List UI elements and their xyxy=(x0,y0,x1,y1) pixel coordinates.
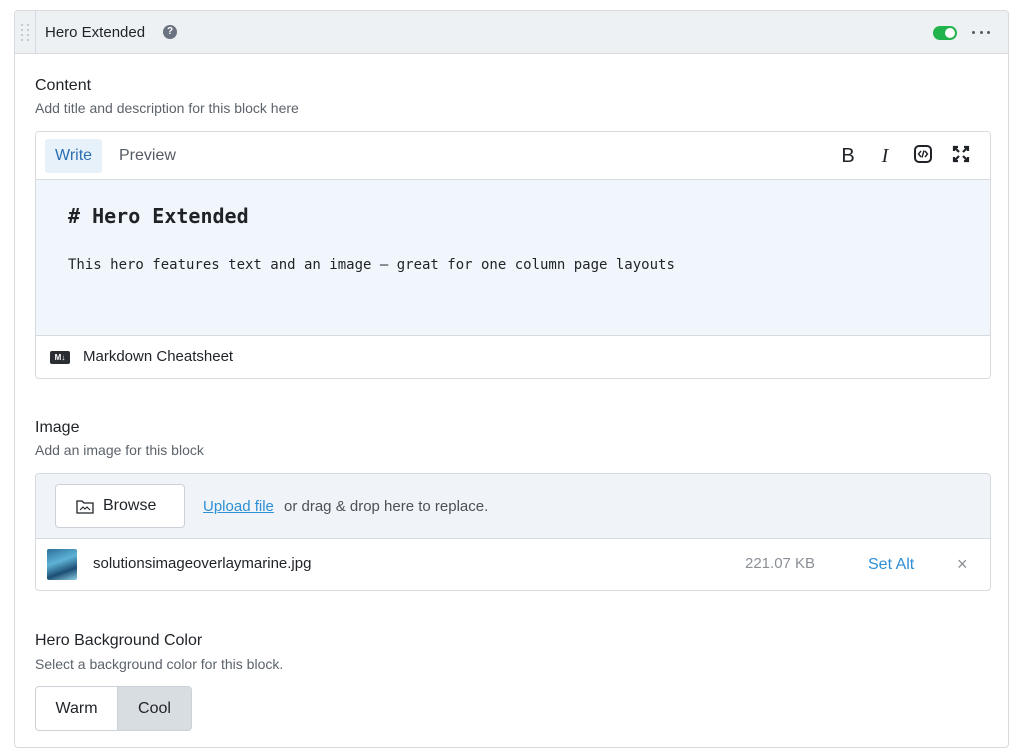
italic-button[interactable]: I xyxy=(874,145,896,167)
background-section-title: Hero Background Color xyxy=(35,632,203,649)
question-circle-icon[interactable]: ? xyxy=(163,25,177,39)
editor-footer: M↓ Markdown Cheatsheet xyxy=(36,336,990,378)
tab-write[interactable]: Write xyxy=(45,139,103,173)
code-icon[interactable] xyxy=(912,145,934,167)
uploaded-file-row: solutionsimageoverlaymarine.jpg 221.07 K… xyxy=(35,538,991,591)
block-title: Hero Extended xyxy=(45,24,146,41)
file-name: solutionsimageoverlaymarine.jpg xyxy=(93,555,312,572)
background-section-subtitle: Select a background color for this block… xyxy=(35,656,284,672)
fullscreen-icon[interactable] xyxy=(950,145,972,167)
editor-toolbar: Write Preview B I xyxy=(36,132,990,180)
bold-button[interactable]: B xyxy=(837,145,859,167)
set-alt-button[interactable]: Set Alt xyxy=(868,556,914,574)
hero-extended-block: Hero Extended ? Content Add title and de… xyxy=(14,10,1009,748)
tab-preview[interactable]: Preview xyxy=(109,139,186,173)
markdown-editor: Write Preview B I # Hero Extended This h… xyxy=(35,131,991,379)
browse-label: Browse xyxy=(103,497,157,514)
block-header: Hero Extended ? xyxy=(15,11,1008,54)
file-size: 221.07 KB xyxy=(745,555,816,572)
drag-handle-icon[interactable] xyxy=(15,11,36,53)
content-section-title: Content xyxy=(35,77,92,94)
image-dropzone[interactable]: Browse Upload file or drag & drop here t… xyxy=(35,473,991,539)
markdown-body-line: This hero features text and an image – g… xyxy=(68,257,675,273)
background-option-cool[interactable]: Cool xyxy=(117,686,192,731)
upload-instructions: or drag & drop here to replace. xyxy=(284,498,489,515)
upload-file-link[interactable]: Upload file xyxy=(203,498,274,515)
image-section-title: Image xyxy=(35,419,80,436)
markdown-icon: M↓ xyxy=(50,351,70,364)
more-options-icon[interactable] xyxy=(972,25,990,39)
markdown-textarea[interactable]: # Hero Extended This hero features text … xyxy=(36,180,990,336)
markdown-cheatsheet-link[interactable]: Markdown Cheatsheet xyxy=(83,348,233,365)
image-thumbnail xyxy=(47,549,77,580)
background-option-warm[interactable]: Warm xyxy=(35,686,118,731)
content-section-subtitle: Add title and description for this block… xyxy=(35,100,299,116)
remove-file-icon[interactable]: × xyxy=(957,554,968,575)
browse-button[interactable]: Browse xyxy=(55,484,185,528)
folder-icon xyxy=(76,500,94,514)
block-enabled-toggle[interactable] xyxy=(933,26,957,40)
markdown-heading-line: # Hero Extended xyxy=(68,204,249,228)
image-section-subtitle: Add an image for this block xyxy=(35,442,204,458)
